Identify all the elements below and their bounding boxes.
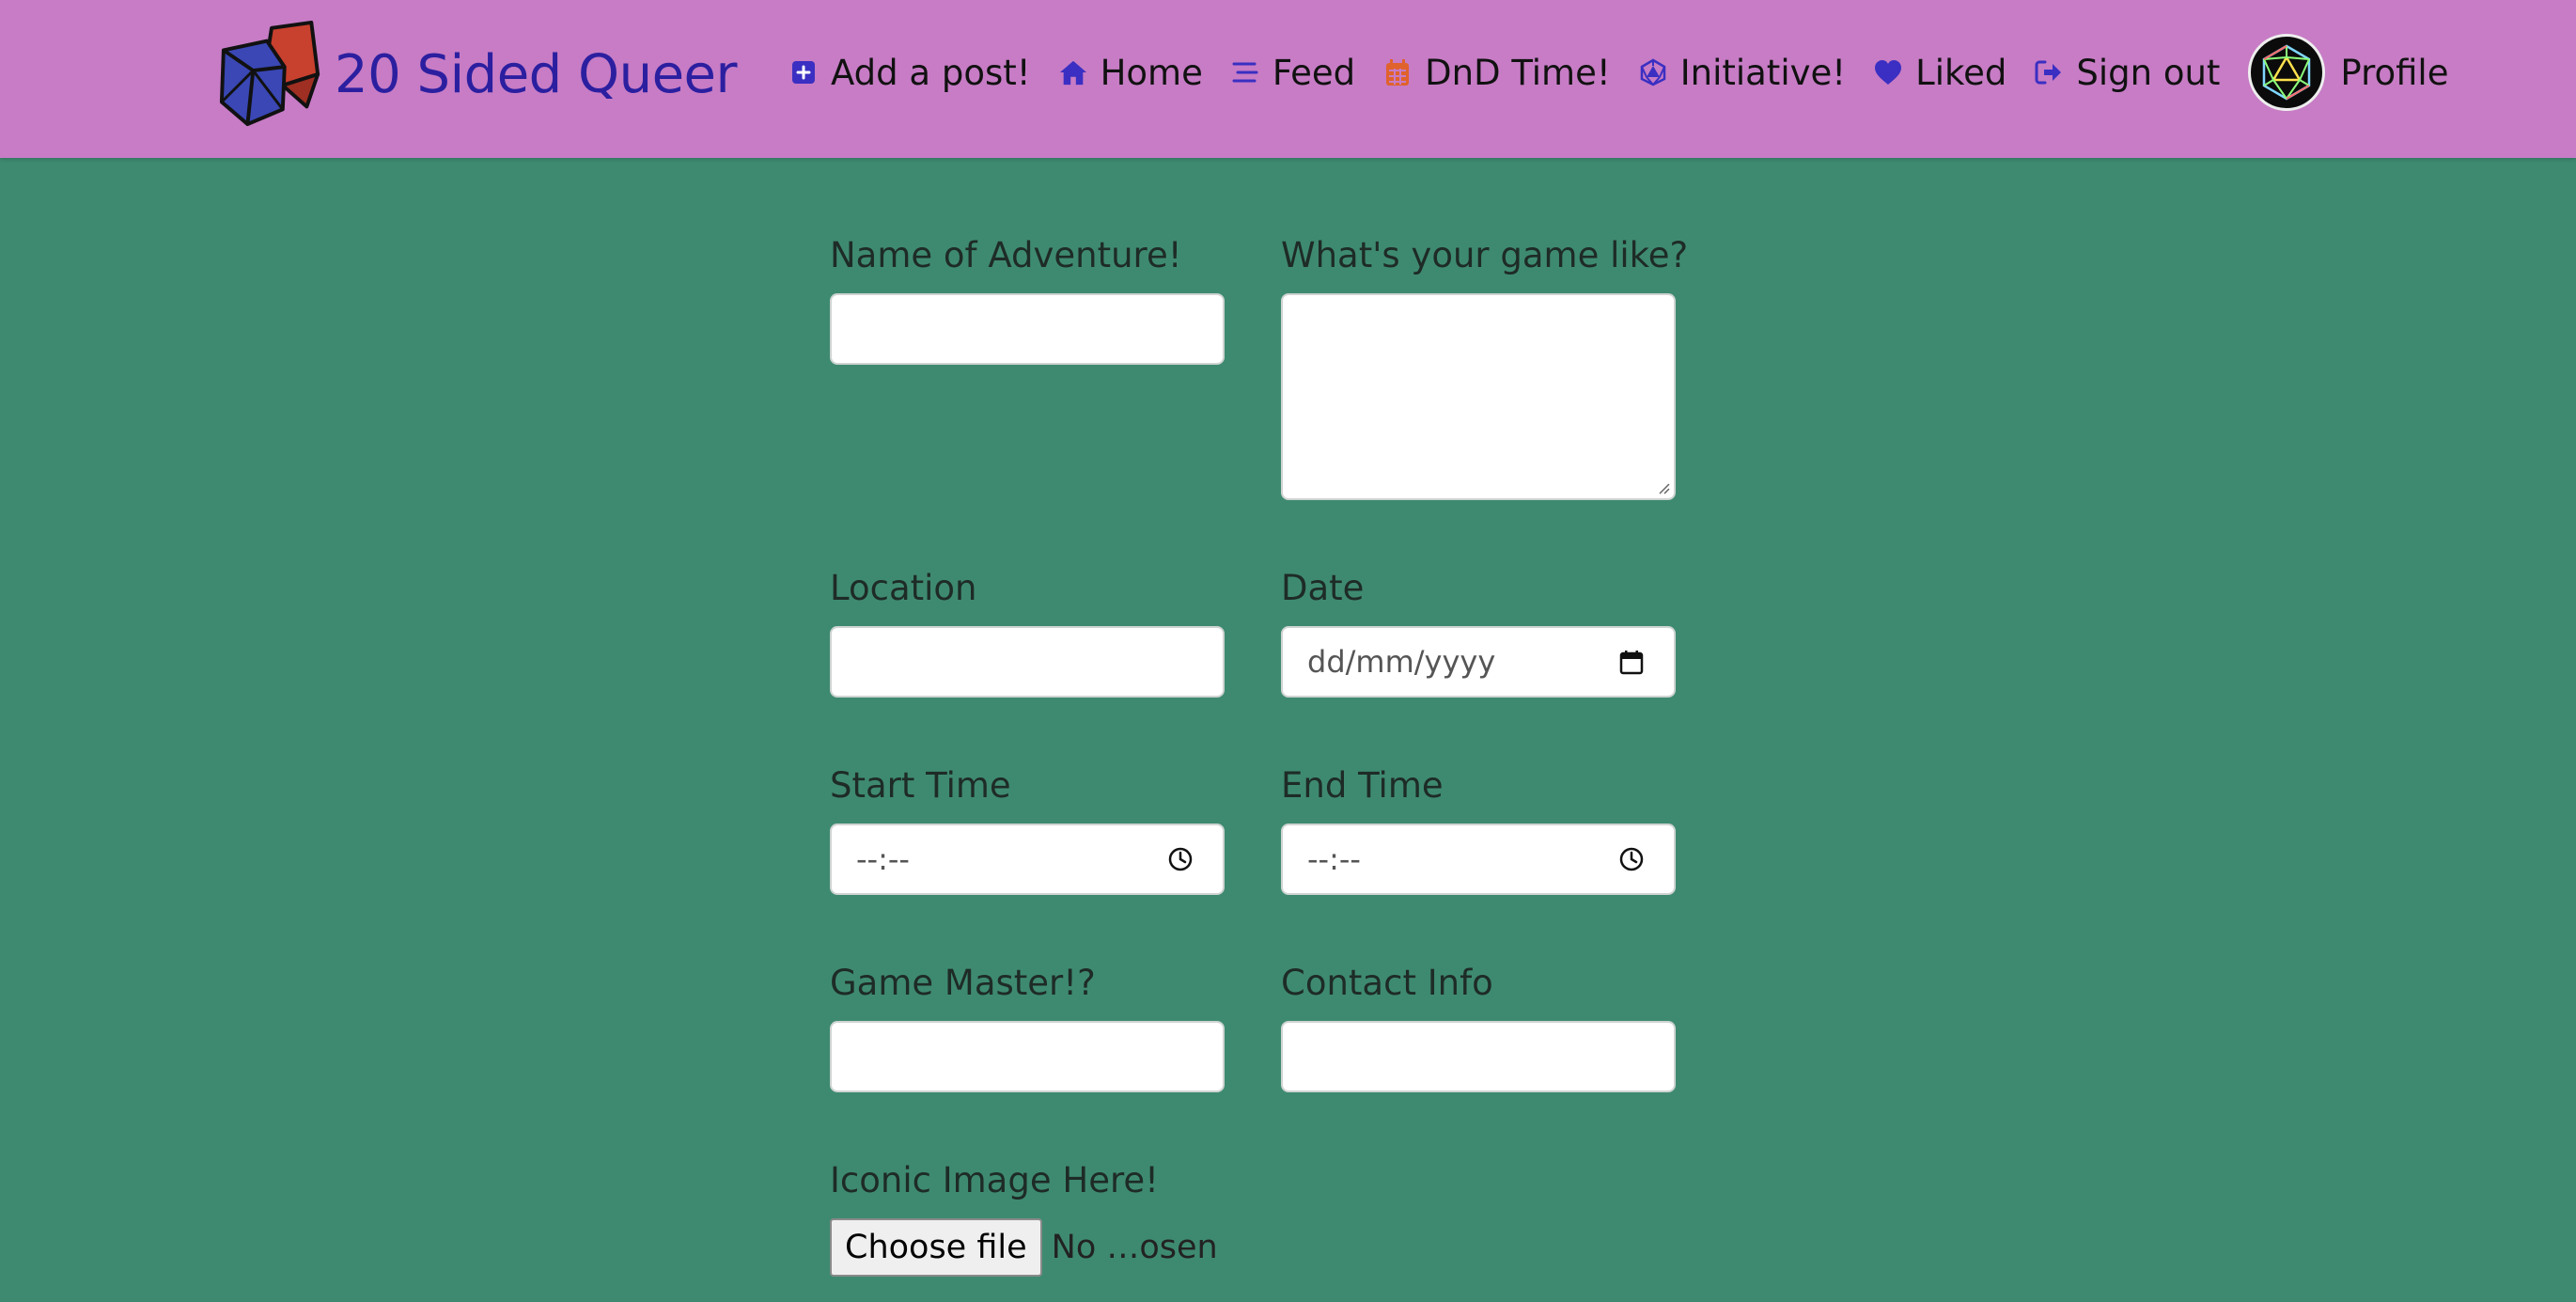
sign-out-icon bbox=[2035, 58, 2063, 86]
plus-square-icon bbox=[789, 58, 818, 86]
nav-label: Feed bbox=[1272, 52, 1356, 93]
navbar: 20 Sided Queer Add a post! Home Feed DnD… bbox=[0, 0, 2576, 158]
date-placeholder: dd/mm/yyyy bbox=[1307, 644, 1496, 680]
game-master-field-group: Game Master!? bbox=[830, 963, 1225, 1092]
nav-links: Add a post! Home Feed DnD Time! Initiati… bbox=[789, 0, 2448, 145]
nav-initiative[interactable]: Initiative! bbox=[1639, 53, 1846, 93]
calendar-picker-icon[interactable] bbox=[1617, 648, 1646, 676]
start-time-field-group: Start Time --:-- bbox=[830, 765, 1225, 895]
dice-logo-icon bbox=[219, 20, 320, 127]
brand-title: 20 Sided Queer bbox=[335, 43, 738, 105]
end-time-input[interactable]: --:-- bbox=[1281, 824, 1676, 895]
nav-label: Add a post! bbox=[831, 52, 1031, 93]
choose-file-button[interactable]: Choose file bbox=[830, 1218, 1042, 1277]
avatar-d20-icon bbox=[2248, 34, 2326, 111]
end-time-field-group: End Time --:-- bbox=[1281, 765, 1676, 895]
nav-sign-out[interactable]: Sign out bbox=[2035, 53, 2220, 93]
nav-label: Sign out bbox=[2076, 52, 2221, 93]
contact-field-group: Contact Info bbox=[1281, 963, 1676, 1092]
resize-grip-icon[interactable] bbox=[1657, 481, 1670, 494]
d20-icon bbox=[1639, 58, 1667, 86]
description-field-group: What's your game like? bbox=[1281, 235, 1689, 500]
end-time-placeholder: --:-- bbox=[1307, 841, 1361, 877]
date-input[interactable]: dd/mm/yyyy bbox=[1281, 626, 1676, 698]
date-field-group: Date dd/mm/yyyy bbox=[1281, 568, 1676, 698]
nav-label: Profile bbox=[2340, 52, 2449, 93]
file-status: No …osen bbox=[1051, 1229, 1218, 1266]
nav-profile[interactable]: Profile bbox=[2248, 34, 2448, 111]
contact-label: Contact Info bbox=[1281, 963, 1493, 1003]
clock-icon[interactable] bbox=[1617, 845, 1646, 873]
location-input[interactable] bbox=[830, 626, 1225, 698]
calendar-icon bbox=[1383, 58, 1412, 86]
heart-icon bbox=[1874, 58, 1902, 86]
nav-add-post[interactable]: Add a post! bbox=[789, 53, 1031, 93]
nav-home[interactable]: Home bbox=[1059, 53, 1203, 93]
list-icon bbox=[1231, 58, 1259, 86]
contact-input[interactable] bbox=[1281, 1021, 1676, 1092]
clock-icon[interactable] bbox=[1166, 845, 1194, 873]
nav-label: Initiative! bbox=[1679, 52, 1847, 93]
date-label: Date bbox=[1281, 568, 1365, 608]
location-field-group: Location bbox=[830, 568, 1225, 698]
house-icon bbox=[1059, 58, 1087, 86]
file-input: Choose file No …osen bbox=[830, 1218, 1218, 1277]
name-field-group: Name of Adventure! bbox=[830, 235, 1225, 365]
start-time-placeholder: --:-- bbox=[856, 841, 910, 877]
nav-label: Liked bbox=[1915, 52, 2007, 93]
nav-feed[interactable]: Feed bbox=[1231, 53, 1355, 93]
name-input[interactable] bbox=[830, 293, 1225, 365]
image-field-group: Iconic Image Here! Choose file No …osen bbox=[830, 1160, 1218, 1277]
nav-label: DnD Time! bbox=[1425, 52, 1611, 93]
nav-label: Home bbox=[1100, 52, 1203, 93]
nav-liked[interactable]: Liked bbox=[1874, 53, 2006, 93]
brand-link[interactable]: 20 Sided Queer bbox=[216, 19, 738, 130]
image-label: Iconic Image Here! bbox=[830, 1160, 1159, 1200]
end-time-label: End Time bbox=[1281, 765, 1444, 806]
name-label: Name of Adventure! bbox=[830, 235, 1182, 275]
game-master-label: Game Master!? bbox=[830, 963, 1096, 1003]
game-master-input[interactable] bbox=[830, 1021, 1225, 1092]
description-textarea[interactable] bbox=[1281, 293, 1676, 500]
nav-dnd-time[interactable]: DnD Time! bbox=[1383, 53, 1611, 93]
start-time-label: Start Time bbox=[830, 765, 1011, 806]
start-time-input[interactable]: --:-- bbox=[830, 824, 1225, 895]
location-label: Location bbox=[830, 568, 977, 608]
description-label: What's your game like? bbox=[1281, 235, 1689, 275]
